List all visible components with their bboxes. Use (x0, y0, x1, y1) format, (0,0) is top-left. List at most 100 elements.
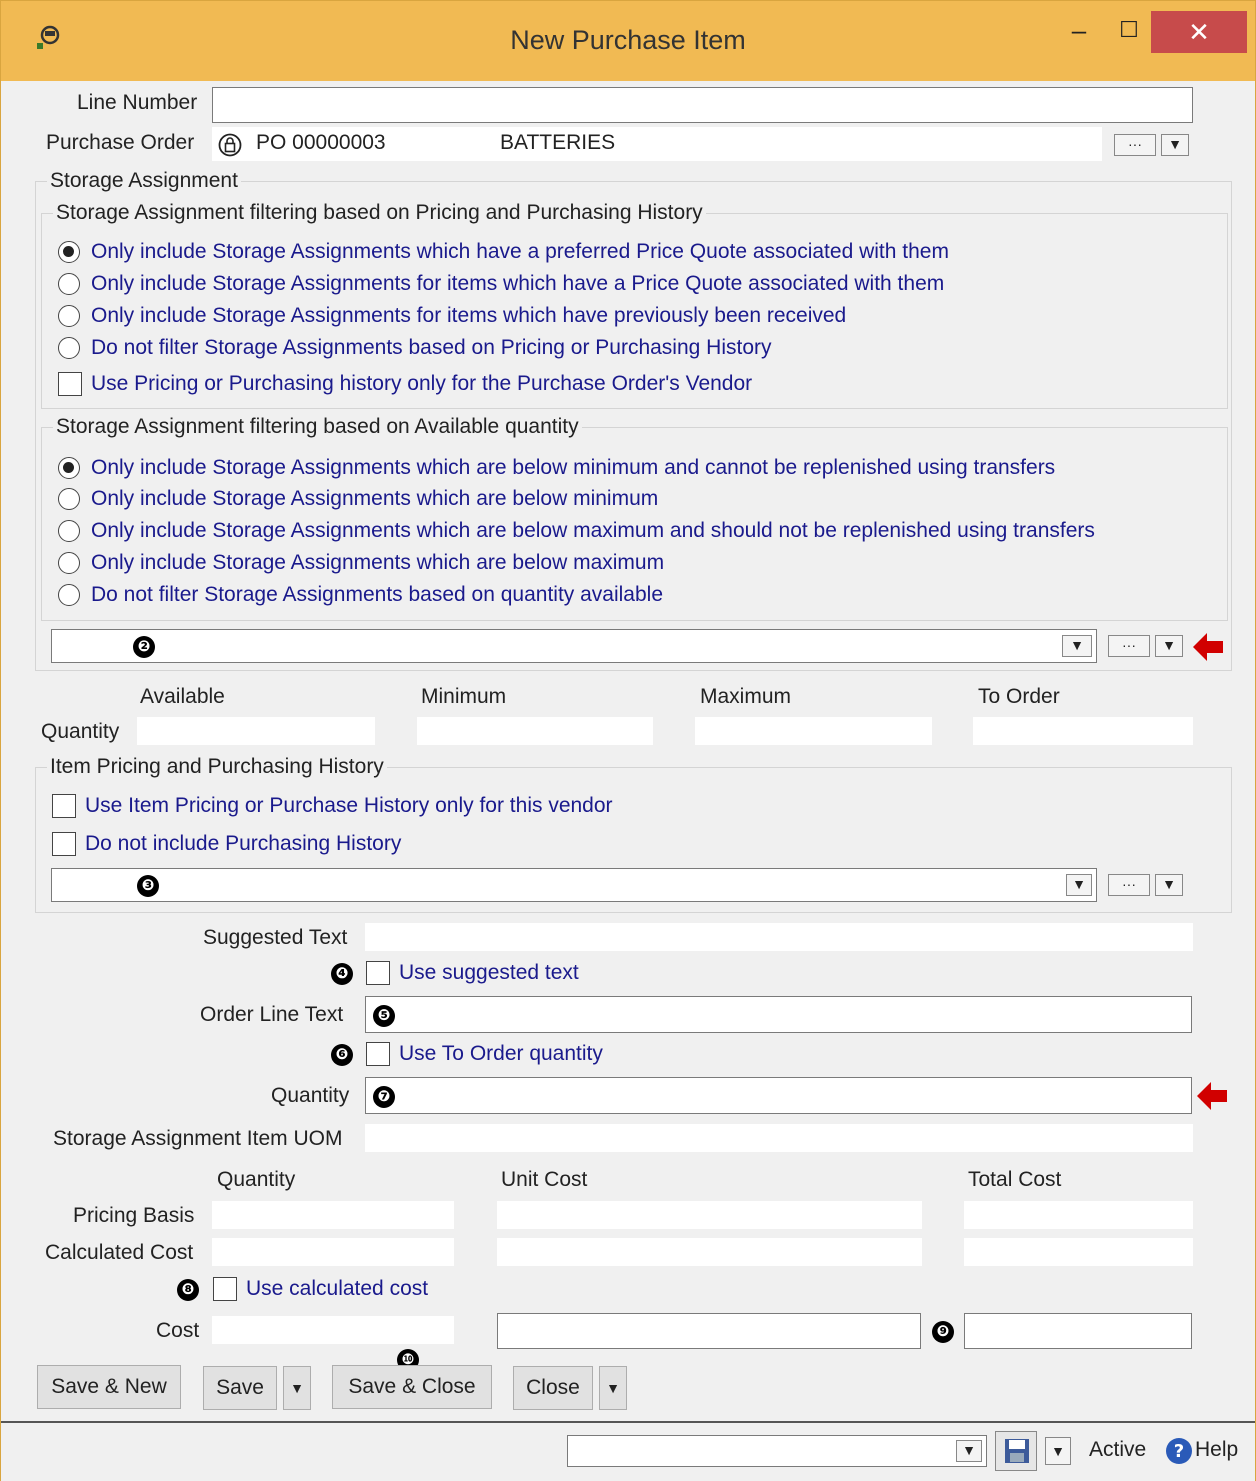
marker-5: ❺ (373, 1005, 395, 1027)
qty-option-1-label[interactable]: Only include Storage Assignments which a… (91, 487, 658, 511)
minimum-qty-field (417, 717, 653, 745)
cost-qty-header: Quantity (217, 1168, 296, 1191)
close-dropdown-button[interactable]: ▼ (599, 1366, 627, 1410)
record-menu-button[interactable] (995, 1431, 1037, 1471)
qty-option-4-radio[interactable] (58, 584, 80, 606)
storage-ellipsis-button[interactable]: ··· (1108, 635, 1150, 657)
pricing-option-3-label[interactable]: Do not filter Storage Assignments based … (91, 336, 772, 360)
required-quantity-arrow-icon (1197, 1082, 1227, 1110)
pricing-option-2-label[interactable]: Only include Storage Assignments for ite… (91, 304, 846, 328)
qty-option-4-label[interactable]: Do not filter Storage Assignments based … (91, 583, 663, 607)
close-button[interactable]: Close (513, 1366, 593, 1410)
pricing-history-legend: Item Pricing and Purchasing History (47, 755, 387, 779)
help-icon[interactable]: ? (1165, 1437, 1193, 1465)
qty-option-2-label[interactable]: Only include Storage Assignments which a… (91, 519, 1095, 543)
maximum-qty-field (695, 717, 932, 745)
marker-7: ❼ (373, 1086, 395, 1108)
minimum-header: Minimum (421, 685, 507, 708)
save-dropdown-button[interactable]: ▼ (283, 1366, 311, 1410)
uom-field (365, 1124, 1193, 1152)
maximize-button[interactable]: ☐ (1105, 11, 1153, 51)
qty-option-0-label[interactable]: Only include Storage Assignments which a… (91, 456, 1055, 480)
use-suggested-checkbox[interactable] (366, 961, 390, 985)
pricing-history-combo[interactable]: ▼ (51, 868, 1097, 902)
vendor-history-label[interactable]: Use Item Pricing or Purchase History onl… (85, 794, 613, 818)
quantity-row-label: Quantity (41, 720, 120, 743)
qty-option-0-radio[interactable] (58, 457, 80, 479)
total-cost-field[interactable] (964, 1313, 1192, 1349)
use-calculated-checkbox[interactable] (213, 1277, 237, 1301)
marker-6: ❻ (331, 1044, 353, 1066)
storage-assignment-legend: Storage Assignment (47, 169, 241, 193)
pricing-option-1-label[interactable]: Only include Storage Assignments for ite… (91, 272, 944, 296)
purchase-order-field[interactable]: PO 00000003 BATTERIES (212, 127, 1102, 161)
purchase-order-description: BATTERIES (500, 131, 616, 154)
marker-2: ❷ (133, 636, 155, 658)
suggested-text-field (365, 923, 1193, 951)
status-combo[interactable]: ▼ (567, 1435, 987, 1467)
help-label[interactable]: Help (1195, 1438, 1238, 1462)
lock-icon (218, 133, 242, 157)
quantity-field[interactable] (365, 1077, 1192, 1114)
pricing-option-0-label[interactable]: Only include Storage Assignments which h… (91, 240, 949, 264)
line-number-label: Line Number (77, 91, 198, 114)
quantity-label: Quantity (271, 1084, 350, 1107)
to-order-header: To Order (978, 685, 1060, 708)
po-dropdown-button[interactable]: ▼ (1161, 134, 1189, 156)
pricing-basis-total-cost (964, 1201, 1193, 1229)
pricing-basis-label: Pricing Basis (73, 1204, 195, 1227)
pricing-option-1-radio[interactable] (58, 273, 80, 295)
unit-cost-field[interactable] (497, 1313, 921, 1349)
qty-option-3-label[interactable]: Only include Storage Assignments which a… (91, 551, 664, 575)
purchase-order-number: PO 00000003 (256, 131, 386, 154)
use-to-order-label[interactable]: Use To Order quantity (399, 1042, 603, 1066)
order-line-text-field[interactable] (365, 996, 1192, 1033)
close-window-button[interactable]: ✕ (1151, 11, 1247, 53)
pricing-combo-dropdown-icon[interactable]: ▼ (1066, 874, 1092, 896)
line-number-field[interactable] (212, 87, 1193, 123)
new-purchase-item-window: New Purchase Item ‒ ☐ ✕ Line Number Purc… (0, 0, 1256, 1481)
use-to-order-checkbox[interactable] (366, 1042, 390, 1066)
save-new-button[interactable]: Save & New (37, 1365, 181, 1409)
pricing-basis-unit-cost (497, 1201, 922, 1229)
floppy-disk-icon (1005, 1439, 1029, 1463)
storage-assignment-combo[interactable]: ▼ (51, 629, 1097, 663)
cost-label: Cost (156, 1319, 200, 1342)
purchase-order-label: Purchase Order (46, 131, 195, 154)
pricing-ellipsis-button[interactable]: ··· (1108, 874, 1150, 896)
use-calculated-label[interactable]: Use calculated cost (246, 1277, 428, 1301)
uom-label: Storage Assignment Item UOM (53, 1127, 343, 1150)
to-order-qty-field (973, 717, 1193, 745)
vendor-history-checkbox[interactable] (52, 794, 76, 818)
marker-4: ❹ (331, 963, 353, 985)
use-suggested-label[interactable]: Use suggested text (399, 961, 579, 985)
qty-option-1-radio[interactable] (58, 488, 80, 510)
title-bar: New Purchase Item ‒ ☐ ✕ (1, 1, 1255, 81)
calculated-cost-label: Calculated Cost (45, 1241, 194, 1264)
save-close-button[interactable]: Save & Close (332, 1365, 492, 1409)
save-button[interactable]: Save (203, 1366, 277, 1410)
calculated-qty (212, 1238, 454, 1266)
no-history-label[interactable]: Do not include Purchasing History (85, 832, 401, 856)
vendor-only-label[interactable]: Use Pricing or Purchasing history only f… (91, 372, 752, 396)
no-history-checkbox[interactable] (52, 832, 76, 856)
qty-option-2-radio[interactable] (58, 520, 80, 542)
quantity-filter-legend: Storage Assignment filtering based on Av… (53, 415, 582, 439)
record-menu-dropdown[interactable]: ▼ (1045, 1437, 1071, 1465)
available-qty-field (137, 717, 375, 745)
status-combo-dropdown-icon[interactable]: ▼ (956, 1440, 982, 1462)
suggested-text-label: Suggested Text (203, 926, 348, 949)
pricing-basis-qty (212, 1201, 454, 1229)
po-ellipsis-button[interactable]: ··· (1114, 134, 1156, 156)
pricing-option-3-radio[interactable] (58, 337, 80, 359)
pricing-option-2-radio[interactable] (58, 305, 80, 327)
storage-combo-dropdown-icon[interactable]: ▼ (1062, 635, 1092, 657)
order-line-text-label: Order Line Text (200, 1003, 344, 1026)
vendor-only-checkbox[interactable] (58, 372, 82, 396)
pricing-option-0-radio[interactable] (58, 241, 80, 263)
status-active: Active (1089, 1438, 1147, 1461)
storage-dropdown-button[interactable]: ▼ (1155, 635, 1183, 657)
pricing-dropdown-button[interactable]: ▼ (1155, 874, 1183, 896)
minimize-button[interactable]: ‒ (1055, 11, 1103, 51)
qty-option-3-radio[interactable] (58, 552, 80, 574)
